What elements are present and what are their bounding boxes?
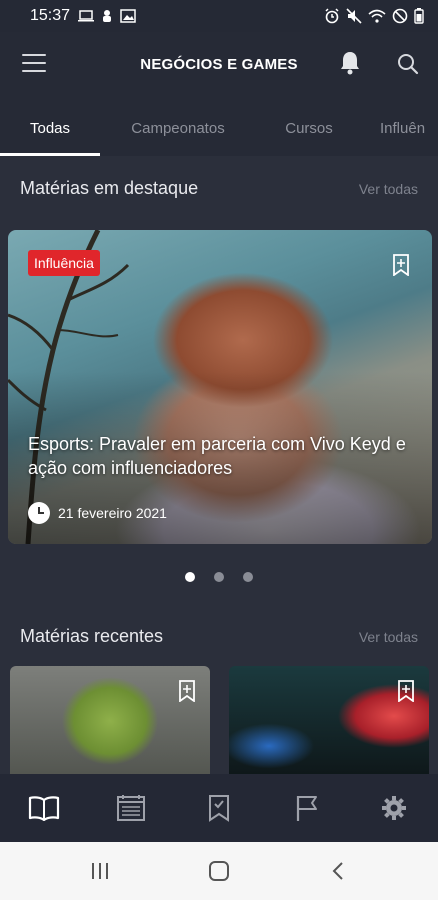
- back-icon: [332, 862, 344, 880]
- open-book-icon: [28, 796, 59, 821]
- thumbs-icon: [103, 10, 112, 22]
- nav-settings[interactable]: [372, 786, 416, 830]
- battery-icon: [414, 8, 424, 24]
- recent-apps-button[interactable]: [80, 851, 120, 891]
- recent-article-card[interactable]: [229, 666, 429, 774]
- nav-saved[interactable]: [197, 786, 241, 830]
- category-tabs: Todas Campeonatos Cursos Influên: [0, 100, 438, 156]
- gear-icon: [382, 796, 407, 820]
- featured-article-date-text: 21 fevereiro 2021: [58, 505, 167, 521]
- app-header: NEGÓCIOS E GAMES: [0, 32, 438, 96]
- carousel-dot[interactable]: [185, 572, 195, 582]
- alarm-icon: [325, 8, 339, 24]
- dnd-icon: [392, 8, 408, 24]
- search-icon[interactable]: [396, 52, 420, 76]
- bookmark-list-icon: [208, 795, 229, 822]
- bottom-navigation: [0, 774, 438, 842]
- clock-icon: [28, 502, 50, 524]
- page-title: NEGÓCIOS E GAMES: [140, 56, 298, 73]
- status-left-icons: [78, 9, 136, 23]
- featured-section-header: Matérias em destaque Ver todas: [20, 178, 418, 199]
- home-icon: [208, 861, 229, 881]
- carousel-indicator: [0, 572, 438, 582]
- laptop-icon: [78, 10, 95, 22]
- back-button[interactable]: [318, 851, 358, 891]
- featured-article-title: Esports: Pravaler em parceria com Vivo K…: [28, 434, 406, 478]
- home-button[interactable]: [199, 851, 239, 891]
- status-bar: 15:37: [0, 0, 438, 32]
- bookmark-icon[interactable]: [178, 680, 196, 702]
- recent-apps-icon: [91, 863, 108, 879]
- tab-cursos[interactable]: Cursos: [256, 100, 362, 156]
- newspaper-icon: [117, 795, 146, 821]
- gallery-icon: [120, 9, 136, 23]
- tab-todas[interactable]: Todas: [0, 100, 100, 156]
- featured-section-title: Matérias em destaque: [20, 178, 199, 198]
- mute-icon: [346, 8, 362, 24]
- system-navigation-bar: [0, 842, 438, 900]
- status-right-icons: [324, 8, 424, 24]
- featured-article-gradient: [8, 230, 432, 544]
- main-content: Matérias em destaque Ver todas Influênci…: [0, 156, 438, 774]
- flag-icon: [296, 796, 317, 821]
- wifi-icon: [368, 9, 386, 23]
- nav-championships[interactable]: [285, 786, 329, 830]
- bookmark-icon[interactable]: [392, 254, 410, 276]
- featured-article-date: 21 fevereiro 2021: [28, 502, 167, 524]
- carousel-dot[interactable]: [243, 572, 253, 582]
- status-time: 15:37: [30, 7, 71, 24]
- featured-see-all-link[interactable]: Ver todas: [359, 181, 418, 197]
- featured-article-card[interactable]: Influência Esports: Pravaler em parceria…: [8, 230, 432, 544]
- nav-news[interactable]: [109, 786, 153, 830]
- category-badge: Influência: [28, 250, 100, 276]
- tab-campeonatos[interactable]: Campeonatos: [100, 100, 256, 156]
- carousel-dot[interactable]: [214, 572, 224, 582]
- nav-articles[interactable]: [22, 786, 66, 830]
- recent-article-card[interactable]: [10, 666, 210, 774]
- recent-section-title: Matérias recentes: [20, 626, 164, 646]
- bookmark-icon[interactable]: [397, 680, 415, 702]
- recent-section-header: Matérias recentes Ver todas: [20, 626, 418, 647]
- recent-see-all-link[interactable]: Ver todas: [359, 629, 418, 645]
- bell-icon[interactable]: [338, 50, 362, 76]
- tab-influencia[interactable]: Influên: [362, 100, 438, 156]
